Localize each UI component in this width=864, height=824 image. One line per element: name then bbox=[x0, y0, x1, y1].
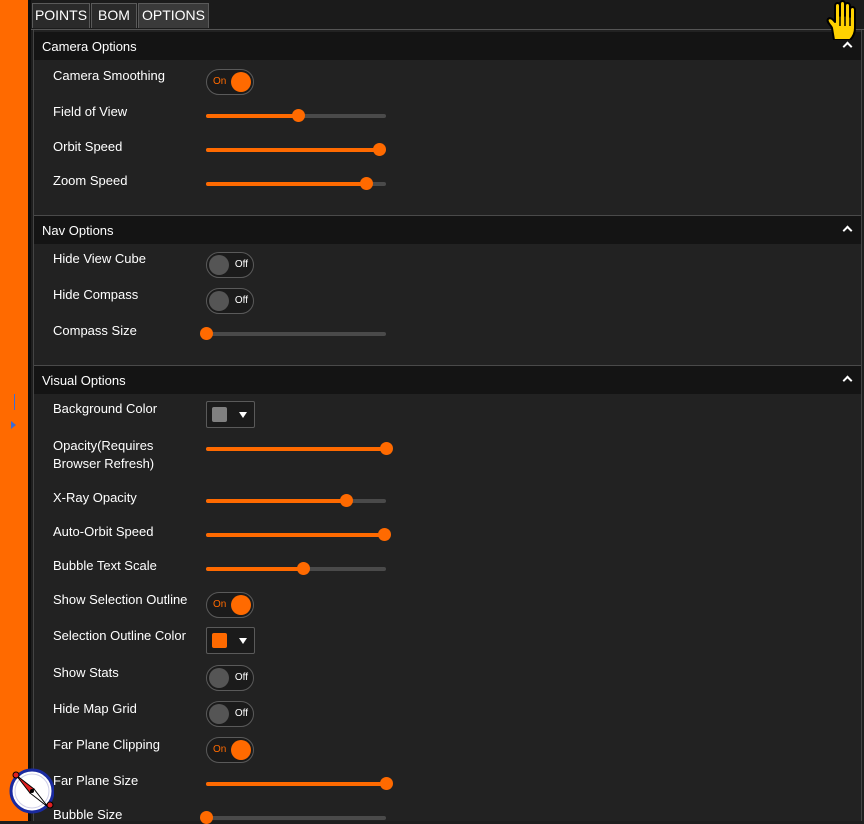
opacity-label: Opacity(Requires Browser Refresh) bbox=[53, 437, 203, 473]
section-title: Camera Options bbox=[42, 39, 137, 54]
selection-outline-color-picker[interactable] bbox=[206, 627, 255, 654]
toggle-knob bbox=[209, 668, 229, 688]
slider-thumb[interactable] bbox=[380, 442, 393, 455]
section-header-camera-options[interactable]: Camera Options bbox=[34, 32, 861, 60]
slider-thumb[interactable] bbox=[378, 528, 391, 541]
compass-icon[interactable] bbox=[6, 767, 54, 815]
hide-map-grid-label: Hide Map Grid bbox=[53, 701, 137, 716]
toggle-state-text: On bbox=[213, 599, 227, 610]
toggle-knob bbox=[209, 704, 229, 724]
toggle-state-text: On bbox=[213, 744, 227, 755]
zoom-speed-slider[interactable] bbox=[206, 177, 386, 190]
tab-points[interactable]: POINTS bbox=[32, 3, 90, 28]
tab-bar: POINTS BOM OPTIONS bbox=[31, 0, 864, 30]
hide-view-cube-label: Hide View Cube bbox=[53, 251, 146, 266]
options-panel: Camera Options Camera Smoothing On Field… bbox=[33, 30, 862, 824]
slider-fill bbox=[206, 567, 303, 571]
auto-orbit-speed-slider[interactable] bbox=[206, 528, 391, 541]
orbit-speed-label: Orbit Speed bbox=[53, 139, 123, 154]
color-swatch bbox=[212, 407, 227, 422]
slider-fill bbox=[206, 148, 379, 152]
bubble-text-scale-label: Bubble Text Scale bbox=[53, 558, 157, 573]
opacity-slider[interactable] bbox=[206, 442, 393, 455]
toggle-knob bbox=[231, 595, 251, 615]
hide-compass-label: Hide Compass bbox=[53, 287, 139, 302]
chevron-up-icon[interactable] bbox=[842, 41, 853, 52]
xray-opacity-label: X-Ray Opacity bbox=[53, 490, 137, 505]
auto-orbit-speed-label: Auto-Orbit Speed bbox=[53, 524, 154, 539]
hide-map-grid-toggle[interactable]: Off bbox=[206, 701, 254, 727]
slider-thumb[interactable] bbox=[360, 177, 373, 190]
show-stats-label: Show Stats bbox=[53, 665, 119, 680]
selection-outline-color-label: Selection Outline Color bbox=[53, 628, 186, 643]
zoom-speed-label: Zoom Speed bbox=[53, 173, 128, 188]
opacity-label-line1: Opacity(Requires bbox=[53, 438, 154, 453]
bubble-size-slider[interactable] bbox=[200, 811, 386, 824]
section-header-visual-options[interactable]: Visual Options bbox=[34, 366, 861, 394]
dropdown-arrow-icon bbox=[239, 638, 247, 644]
slider-fill bbox=[206, 499, 346, 503]
far-plane-clipping-toggle[interactable]: On bbox=[206, 737, 254, 763]
background-color-picker[interactable] bbox=[206, 401, 255, 428]
color-swatch bbox=[212, 633, 227, 648]
field-of-view-slider[interactable] bbox=[206, 109, 386, 122]
orbit-speed-slider[interactable] bbox=[206, 143, 386, 156]
toggle-state-text: Off bbox=[234, 708, 248, 719]
chevron-up-icon[interactable] bbox=[842, 225, 853, 236]
slider-thumb[interactable] bbox=[380, 777, 393, 790]
sidebar-divider bbox=[28, 0, 31, 821]
far-plane-size-slider[interactable] bbox=[206, 777, 393, 790]
toggle-knob bbox=[209, 255, 229, 275]
toggle-knob bbox=[231, 740, 251, 760]
hand-pointer-icon bbox=[826, 0, 856, 40]
hide-compass-toggle[interactable]: Off bbox=[206, 288, 254, 314]
compass-size-label: Compass Size bbox=[53, 323, 137, 338]
bubble-text-scale-slider[interactable] bbox=[206, 562, 386, 575]
show-stats-toggle[interactable]: Off bbox=[206, 665, 254, 691]
slider-thumb[interactable] bbox=[200, 327, 213, 340]
slider-thumb[interactable] bbox=[340, 494, 353, 507]
expand-arrow-icon[interactable] bbox=[11, 421, 16, 429]
camera-smoothing-toggle[interactable]: On bbox=[206, 69, 254, 95]
slider-fill bbox=[206, 114, 298, 118]
far-plane-clipping-label: Far Plane Clipping bbox=[53, 737, 160, 752]
slider-thumb[interactable] bbox=[373, 143, 386, 156]
background-color-label: Background Color bbox=[53, 401, 158, 416]
slider-fill bbox=[206, 182, 366, 186]
section-title: Visual Options bbox=[42, 373, 126, 388]
toggle-state-text: Off bbox=[234, 672, 248, 683]
left-sidebar-strip bbox=[0, 0, 28, 821]
compass-size-slider[interactable] bbox=[200, 327, 386, 340]
tab-options[interactable]: OPTIONS bbox=[138, 3, 209, 28]
toggle-knob bbox=[209, 291, 229, 311]
tab-bom[interactable]: BOM bbox=[91, 3, 137, 28]
slider-fill bbox=[206, 782, 386, 786]
toggle-state-text: Off bbox=[234, 295, 248, 306]
dropdown-arrow-icon bbox=[239, 412, 247, 418]
slider-thumb[interactable] bbox=[297, 562, 310, 575]
slider-fill bbox=[206, 447, 386, 451]
hide-view-cube-toggle[interactable]: Off bbox=[206, 252, 254, 278]
xray-opacity-slider[interactable] bbox=[206, 494, 386, 507]
bubble-size-label: Bubble Size bbox=[53, 807, 123, 822]
sidebar-resize-handle[interactable] bbox=[14, 394, 15, 410]
show-selection-outline-label: Show Selection Outline bbox=[53, 592, 188, 607]
opacity-label-line2: Browser Refresh) bbox=[53, 456, 155, 471]
far-plane-size-label: Far Plane Size bbox=[53, 773, 139, 788]
camera-smoothing-label: Camera Smoothing bbox=[53, 68, 165, 83]
toggle-knob bbox=[231, 72, 251, 92]
show-selection-outline-toggle[interactable]: On bbox=[206, 592, 254, 618]
chevron-up-icon[interactable] bbox=[842, 375, 853, 386]
toggle-state-text: On bbox=[213, 76, 227, 87]
field-of-view-label: Field of View bbox=[53, 104, 128, 119]
section-title: Nav Options bbox=[42, 223, 114, 238]
slider-thumb[interactable] bbox=[292, 109, 305, 122]
slider-thumb[interactable] bbox=[200, 811, 213, 824]
slider-fill bbox=[206, 533, 384, 537]
section-header-nav-options[interactable]: Nav Options bbox=[34, 216, 861, 244]
toggle-state-text: Off bbox=[234, 259, 248, 270]
